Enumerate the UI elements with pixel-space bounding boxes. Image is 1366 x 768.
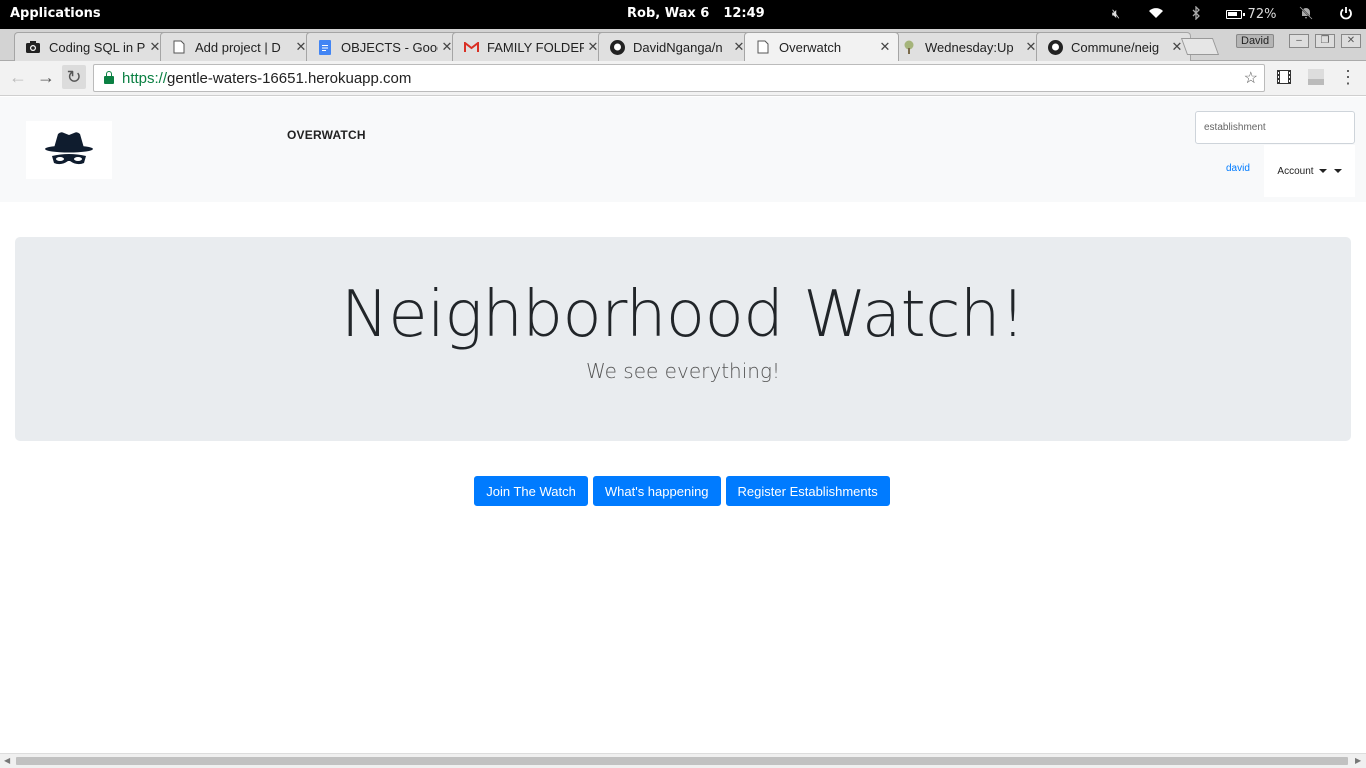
register-establishments-button[interactable]: Register Establishments [725, 476, 890, 506]
search-input[interactable] [1195, 111, 1355, 144]
whats-happening-button[interactable]: What's happening [592, 476, 721, 506]
wifi-icon[interactable] [1136, 7, 1176, 23]
action-buttons: Join The Watch What's happening Register… [0, 476, 1366, 506]
tab-family-folder[interactable]: FAMILY FOLDER ✕ [452, 32, 607, 61]
tab-coding-sql[interactable]: Coding SQL in P ✕ [14, 32, 169, 61]
tab-commune-github[interactable]: Commune/neig ✕ [1036, 32, 1191, 61]
battery-icon [1225, 10, 1245, 19]
page-content: OVERWATCH david Account Neighborhood Wat… [0, 97, 1366, 753]
clock[interactable]: Rob, Wax 6 12:49 [627, 6, 765, 21]
hero-title: Neighborhood Watch! [340, 278, 1026, 352]
tab-title: Add project | D [195, 39, 281, 55]
extension-es-icon[interactable] [1308, 69, 1324, 85]
battery-indicator[interactable]: 72% [1216, 7, 1286, 22]
forward-button[interactable]: → [34, 65, 58, 89]
profile-button[interactable]: David [1236, 34, 1275, 48]
browser-menu-icon[interactable]: ⋮ [1336, 65, 1360, 89]
site-brand[interactable]: OVERWATCH [287, 128, 366, 142]
github-icon [1047, 39, 1063, 55]
volume-muted-icon[interactable]: 🔇︎ [1096, 7, 1136, 22]
tab-title: OBJECTS - Goog [341, 39, 438, 55]
tab-title: Commune/neig [1071, 39, 1160, 55]
new-tab-button[interactable] [1180, 38, 1220, 55]
system-tray: 🔇︎ 72% [1096, 0, 1366, 29]
tab-objects-google-docs[interactable]: OBJECTS - Goog ✕ [306, 32, 461, 61]
scroll-right-icon[interactable]: ▶ [1355, 756, 1361, 765]
close-icon[interactable]: ✕ [876, 39, 894, 55]
user-link[interactable]: david [1226, 163, 1250, 174]
close-window-button[interactable]: ✕ [1341, 34, 1361, 48]
scrollbar-thumb[interactable] [16, 757, 1348, 765]
gmail-icon [463, 39, 479, 55]
bookmark-star-icon[interactable]: ☆ [1244, 68, 1258, 88]
account-dropdown[interactable]: Account [1264, 145, 1355, 197]
tab-title: Coding SQL in P [49, 39, 146, 55]
tab-add-project[interactable]: Add project | D ✕ [160, 32, 315, 61]
document-icon [171, 39, 187, 55]
spy-logo-icon[interactable] [26, 121, 112, 179]
applications-menu[interactable]: Applications [10, 6, 101, 21]
account-label: Account [1277, 165, 1314, 177]
url-host: gentle-waters-16651.herokuapp.com [167, 69, 412, 87]
tree-icon [901, 39, 917, 55]
address-bar[interactable]: https://gentle-waters-16651.herokuapp.co… [93, 64, 1265, 92]
hero-jumbotron: Neighborhood Watch! We see everything! [15, 237, 1351, 441]
url-scheme: https:// [122, 69, 168, 87]
battery-percent: 72% [1247, 7, 1277, 22]
tab-title: DavidNganga/n [633, 39, 723, 55]
clock-time: 12:49 [723, 6, 765, 21]
join-the-watch-button[interactable]: Join The Watch [474, 476, 588, 506]
maximize-button[interactable]: ❐ [1315, 34, 1335, 48]
minimize-button[interactable]: – [1289, 34, 1309, 48]
extension-film-icon[interactable] [1276, 69, 1292, 85]
clock-date: Rob, Wax 6 [627, 6, 710, 21]
tab-title: Wednesday:Up [925, 39, 1014, 55]
document-icon [755, 39, 771, 55]
site-navbar: OVERWATCH david Account [0, 97, 1366, 202]
tab-title: FAMILY FOLDER [487, 39, 584, 55]
power-icon[interactable] [1326, 6, 1366, 24]
caret-down-icon [1333, 169, 1342, 173]
scroll-left-icon[interactable]: ◀ [4, 756, 10, 765]
reload-button[interactable]: ↻ [62, 65, 86, 89]
browser-toolbar: ← → ↻ https://gentle-waters-16651.heroku… [0, 61, 1366, 96]
browser-tab-strip: Coding SQL in P ✕ Add project | D ✕ OBJE… [0, 29, 1366, 61]
camera-icon [25, 39, 41, 55]
tab-davidnganga-github[interactable]: DavidNganga/n ✕ [598, 32, 753, 61]
tab-wednesday[interactable]: Wednesday:Up ✕ [890, 32, 1045, 61]
notifications-off-icon[interactable] [1286, 5, 1326, 24]
lock-icon [104, 71, 114, 84]
bluetooth-icon[interactable] [1176, 4, 1216, 24]
google-docs-icon [317, 39, 333, 55]
back-button[interactable]: ← [6, 65, 30, 89]
github-icon [609, 39, 625, 55]
hero-lead: We see everything! [586, 359, 780, 383]
horizontal-scrollbar[interactable]: ◀ ▶ [0, 753, 1366, 768]
tab-overwatch[interactable]: Overwatch ✕ [744, 32, 899, 61]
os-top-bar: Applications Rob, Wax 6 12:49 🔇︎ 72% [0, 0, 1366, 29]
caret-down-icon [1318, 169, 1327, 173]
tab-title: Overwatch [779, 39, 842, 55]
